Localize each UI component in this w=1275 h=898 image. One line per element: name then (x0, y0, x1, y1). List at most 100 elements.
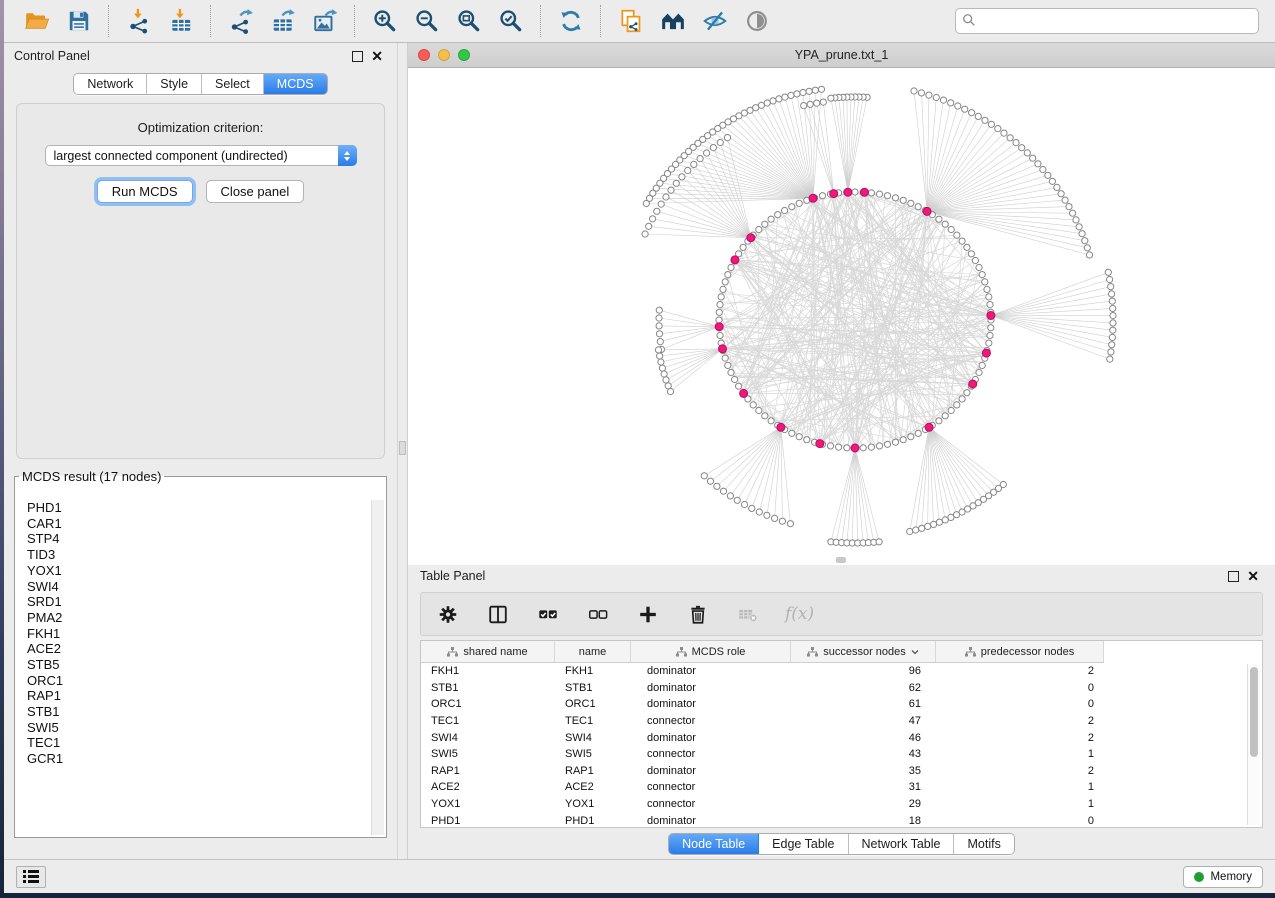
tab-mcds[interactable]: MCDS (264, 74, 327, 94)
table-row-TEC1[interactable]: TEC1TEC1connector472 (421, 713, 1104, 730)
float-icon (352, 51, 363, 62)
export-image-button[interactable] (308, 4, 342, 38)
zoom-out-button[interactable] (410, 4, 444, 38)
table-row-SWI4[interactable]: SWI4SWI4dominator462 (421, 729, 1104, 746)
mcds-result-node: TEC1 (17, 735, 372, 751)
select-all-button[interactable] (535, 601, 561, 627)
window-close-button[interactable] (418, 49, 430, 61)
cell: 1 (936, 748, 1104, 760)
cell: PHD1 (421, 815, 555, 827)
export-image-icon (312, 8, 338, 34)
cell: ORC1 (555, 698, 631, 710)
columns-icon (487, 603, 509, 626)
zoom-in-icon (372, 8, 398, 34)
deselect-all-icon (587, 603, 609, 626)
column-header-name[interactable]: name (555, 641, 631, 662)
delete-column-button[interactable] (685, 601, 711, 627)
criterion-select[interactable]: largest connected component (undirected) (45, 145, 357, 166)
table-row-STB1[interactable]: STB1STB1dominator620 (421, 680, 1104, 697)
app-window: Control Panel ✕ NetworkStyleSelectMCDS O… (4, 0, 1275, 893)
attribute-type-icon (807, 647, 818, 657)
save-session-button[interactable] (62, 4, 96, 38)
refresh-layout-button[interactable] (554, 4, 588, 38)
window-zoom-button[interactable] (458, 49, 470, 61)
zoom-out-icon (414, 8, 440, 34)
close-panel-button[interactable]: Close panel (206, 180, 305, 203)
deselect-all-button[interactable] (585, 601, 611, 627)
window-minimize-button[interactable] (438, 49, 450, 61)
mcds-result-node: CAR1 (17, 516, 372, 532)
cell: 46 (791, 732, 936, 744)
table-settings-button[interactable] (435, 601, 461, 627)
table-panel-close-button[interactable]: ✕ (1243, 571, 1263, 581)
column-header-successor-nodes[interactable]: successor nodes (791, 641, 936, 662)
tab-motifs[interactable]: Motifs (954, 834, 1013, 854)
control-panel-float-button[interactable] (348, 51, 367, 62)
table-row-PHD1[interactable]: PHD1PHD1dominator180 (421, 812, 1104, 828)
export-network-button[interactable] (224, 4, 258, 38)
first-neighbors-icon (660, 8, 686, 34)
search-input[interactable] (955, 8, 1259, 34)
show-columns-button[interactable] (485, 601, 511, 627)
import-network-button[interactable] (122, 4, 156, 38)
table-scrollbar-thumb[interactable] (1250, 667, 1258, 757)
panel-divider[interactable] (397, 43, 408, 859)
mcds-result-node: STB5 (17, 657, 372, 673)
table-row-FKH1[interactable]: FKH1FKH1dominator962 (421, 663, 1104, 680)
cell: 47 (791, 715, 936, 727)
clone-network-button[interactable] (614, 4, 648, 38)
mcds-result-box: MCDS result (17 nodes) PHD1CAR1STP4TID3Y… (14, 469, 387, 838)
first-neighbors-button[interactable] (656, 4, 690, 38)
table-tabs: Node TableEdge TableNetwork TableMotifs (668, 833, 1015, 855)
zoom-fit-button[interactable] (452, 4, 486, 38)
zoom-fit-icon (456, 8, 482, 34)
table-row-RAP1[interactable]: RAP1RAP1dominator352 (421, 763, 1104, 780)
table-row-ACE2[interactable]: ACE2ACE2connector311 (421, 779, 1104, 796)
table-row-YOX1[interactable]: YOX1YOX1connector291 (421, 796, 1104, 813)
attribute-type-icon (447, 647, 458, 657)
tab-select[interactable]: Select (202, 74, 264, 94)
zoom-selected-button[interactable] (494, 4, 528, 38)
zoom-in-button[interactable] (368, 4, 402, 38)
column-header-MCDS-role[interactable]: MCDS role (631, 641, 791, 662)
tab-edge-table[interactable]: Edge Table (759, 834, 848, 854)
delete-table-icon (737, 603, 759, 626)
show-all-button[interactable] (740, 4, 774, 38)
mcds-result-node: PMA2 (17, 610, 372, 626)
memory-button[interactable]: Memory (1183, 866, 1263, 888)
cell: ACE2 (555, 781, 631, 793)
hide-selected-button[interactable] (698, 4, 732, 38)
control-panel-tabs: NetworkStyleSelectMCDS (73, 73, 327, 95)
canvas-hscroll-thumb[interactable] (836, 557, 846, 563)
cell: connector (631, 781, 791, 793)
mcds-result-list[interactable]: PHD1CAR1STP4TID3YOX1SWI4SRD1PMA2FKH1ACE2… (17, 500, 372, 835)
export-table-button[interactable] (266, 4, 300, 38)
table-panel-float-button[interactable] (1224, 571, 1243, 582)
network-canvas[interactable] (408, 68, 1275, 565)
control-panel-close-button[interactable]: ✕ (367, 51, 387, 61)
cell: dominator (631, 682, 791, 694)
mcds-panel: Optimization criterion: largest connecte… (16, 103, 385, 459)
import-table-button[interactable] (164, 4, 198, 38)
table-row-SWI5[interactable]: SWI5SWI5connector431 (421, 746, 1104, 763)
mcds-result-node: YOX1 (17, 563, 372, 579)
table-row-ORC1[interactable]: ORC1ORC1dominator610 (421, 696, 1104, 713)
add-column-button[interactable] (635, 601, 661, 627)
task-history-button[interactable] (16, 866, 46, 888)
open-file-button[interactable] (20, 4, 54, 38)
result-scrollbar[interactable] (371, 500, 384, 835)
plus-icon (637, 603, 659, 626)
column-header-predecessor-nodes[interactable]: predecessor nodes (936, 641, 1104, 662)
tab-network-table[interactable]: Network Table (849, 834, 955, 854)
toolbar-separator (354, 5, 356, 37)
tab-style[interactable]: Style (147, 74, 202, 94)
tab-node-table[interactable]: Node Table (669, 834, 759, 854)
table-scrollbar[interactable] (1247, 664, 1260, 825)
table-toolbar: f(x) (420, 592, 1263, 636)
run-mcds-button[interactable]: Run MCDS (97, 180, 193, 203)
cell: 0 (936, 698, 1104, 710)
mcds-result-node: GCR1 (17, 751, 372, 767)
column-header-shared-name[interactable]: shared name (421, 641, 555, 662)
tab-network[interactable]: Network (74, 74, 147, 94)
eye-icon (744, 8, 770, 34)
